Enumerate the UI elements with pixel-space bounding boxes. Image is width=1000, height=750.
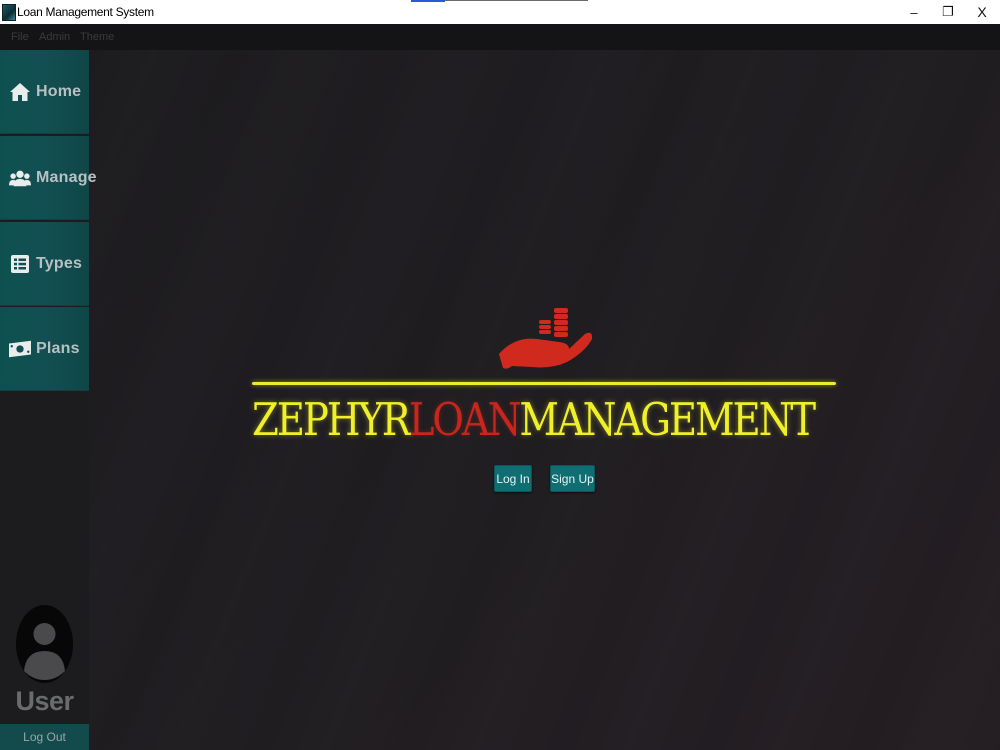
logo-part-management: MANAGEMENT	[519, 393, 816, 446]
menu-theme[interactable]: Theme	[80, 31, 114, 43]
money-icon	[9, 338, 31, 360]
logo-part-loan: LOAN	[408, 393, 522, 446]
sidebar-item-label: Plans	[36, 339, 80, 357]
users-icon	[9, 167, 31, 189]
window-title: Loan Management System	[17, 5, 154, 19]
sidebar: Home Manage Types Plans User Log Out	[0, 50, 97, 750]
minimize-button[interactable]: –	[897, 0, 931, 24]
logo-divider	[252, 382, 836, 385]
hand-coins-icon	[497, 306, 595, 373]
user-label: User	[15, 686, 74, 716]
maximize-button[interactable]: ❐	[931, 0, 965, 24]
sidebar-item-home[interactable]: Home	[0, 50, 89, 134]
title-bar-accent-line	[411, 0, 588, 2]
logo-part-zephyr: ZEPHYR	[252, 393, 411, 446]
app-icon	[2, 4, 16, 21]
sidebar-item-manage[interactable]: Manage	[0, 136, 97, 220]
signup-button[interactable]: Sign Up	[550, 465, 595, 492]
close-button[interactable]: X	[965, 0, 999, 24]
sidebar-item-plans[interactable]: Plans	[0, 307, 89, 391]
sidebar-item-types[interactable]: Types	[0, 222, 89, 306]
sidebar-item-label: Manage	[36, 168, 97, 186]
menu-bar: File Admin Theme	[0, 24, 1000, 50]
list-icon	[9, 253, 31, 275]
user-avatar-icon	[16, 605, 73, 683]
title-bar: Loan Management System – ❐ X	[0, 0, 1000, 24]
app-logo-text: ZEPHYRLOANMANAGEMENT	[252, 390, 816, 450]
home-icon	[9, 81, 31, 103]
sidebar-item-label: Home	[36, 82, 82, 100]
menu-admin[interactable]: Admin	[39, 31, 70, 43]
sidebar-item-label: Types	[36, 254, 83, 272]
menu-file[interactable]: File	[11, 31, 29, 43]
login-button[interactable]: Log In	[494, 465, 532, 492]
logout-button[interactable]: Log Out	[0, 724, 89, 750]
